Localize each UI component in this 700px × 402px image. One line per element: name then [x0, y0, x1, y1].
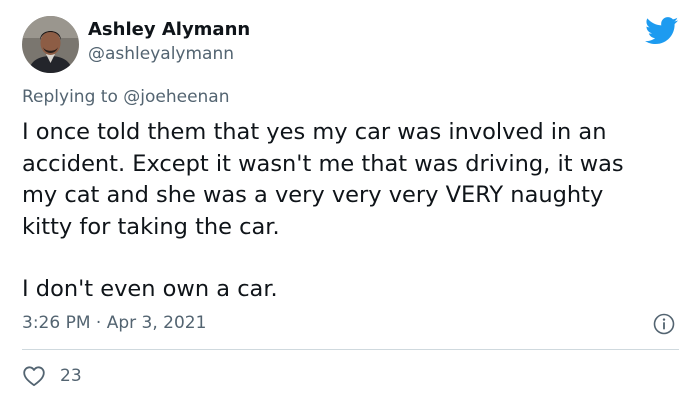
tweet-timestamp[interactable]: 3:26 PM · Apr 3, 2021	[22, 313, 206, 333]
tweet-text: I once told them that yes my car was inv…	[22, 117, 692, 306]
tweet-line: kitty for taking the car.	[22, 213, 280, 240]
divider	[22, 349, 679, 350]
tweet-card: Ashley Alymann @ashleyalymann Replying t…	[0, 0, 700, 402]
info-icon[interactable]	[653, 313, 675, 335]
author-handle[interactable]: @ashleyalymann	[88, 44, 234, 64]
heart-icon[interactable]	[22, 365, 46, 387]
replying-to: Replying to @joeheenan	[22, 87, 230, 107]
tweet-line: accident. Except it wasn't me that was d…	[22, 150, 624, 177]
tweet-line: I once told them that yes my car was inv…	[22, 119, 607, 145]
tweet-second-paragraph: I don't even own a car.	[22, 276, 278, 302]
tweet-line: my cat and she was a very very very VERY…	[22, 182, 604, 208]
like-count: 23	[60, 366, 82, 386]
author-name[interactable]: Ashley Alymann	[88, 19, 250, 40]
reply-mention-link[interactable]: @joeheenan	[123, 87, 229, 107]
twitter-bird-icon[interactable]	[645, 17, 679, 45]
replying-label: Replying to	[22, 87, 124, 107]
avatar[interactable]	[22, 16, 79, 73]
